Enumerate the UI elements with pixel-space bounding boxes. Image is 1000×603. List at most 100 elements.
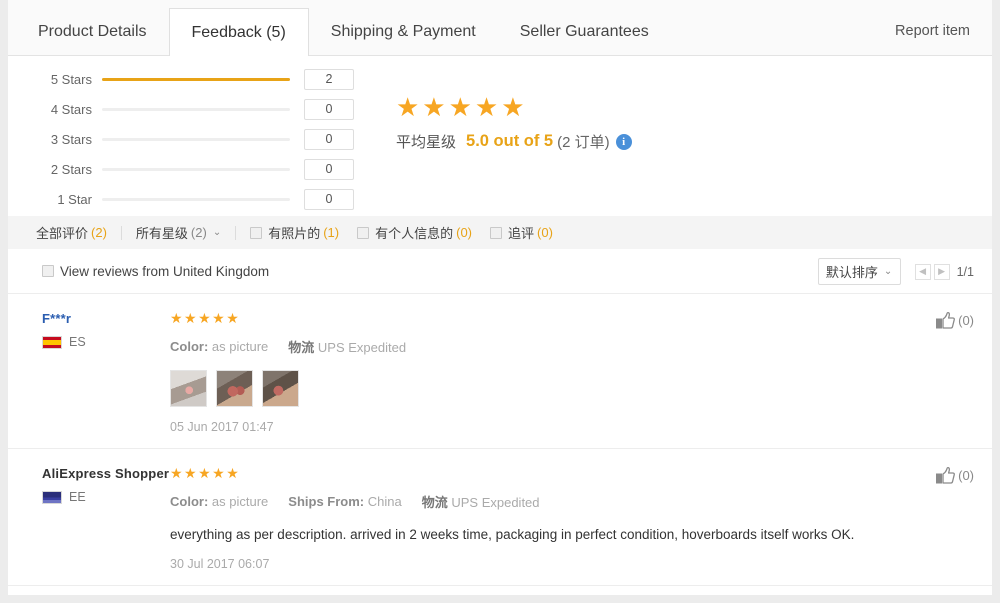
review-attr-color: Color: as picture <box>170 339 268 354</box>
average-score: 5.0 out of 5 <box>466 132 554 150</box>
review-body: ★★★★★ Color: as picture 物流 UPS Expedited <box>170 310 974 434</box>
filter-all-stars-dropdown[interactable]: 所有星级 (2) ⌄ <box>136 223 221 242</box>
chevron-down-icon: ⌄ <box>212 227 222 238</box>
filter-with-photos-count: (1) <box>323 225 340 240</box>
review-attributes: Color: as picture 物流 UPS Expedited <box>170 337 974 356</box>
prev-page-button[interactable]: ◀ <box>914 263 931 280</box>
rating-label-5: 5 Stars <box>50 71 92 87</box>
filter-additional-reviews[interactable]: 追评 (0) <box>490 223 553 242</box>
rating-row-4: 4 Stars 0 <box>42 94 392 124</box>
review-country-code: EE <box>69 490 86 504</box>
rating-summary: 5 Stars 2 4 Stars 0 3 Stars 0 2 Stars 0 … <box>8 56 992 216</box>
rating-label-1: 1 Star <box>57 191 92 207</box>
tab-seller-guarantees[interactable]: Seller Guarantees <box>498 8 671 55</box>
review-attr-logistics: 物流 UPS Expedited <box>422 492 540 511</box>
filter-all-stars-count: (2) <box>190 225 207 240</box>
thumbs-up-icon <box>936 466 956 484</box>
average-orders: (2 订单) <box>557 134 610 151</box>
tab-feedback[interactable]: Feedback (5) <box>168 8 309 56</box>
review-country-code: ES <box>69 335 86 349</box>
review-username[interactable]: AliExpress Shopper <box>42 466 170 481</box>
checkbox-with-photos[interactable] <box>250 226 263 239</box>
review-username[interactable]: F***r <box>42 311 170 326</box>
page-root: Product Details Feedback (5) Shipping & … <box>0 0 1000 603</box>
thumbs-up-icon <box>936 311 956 329</box>
review-stars: ★★★★★ <box>170 465 241 481</box>
rating-row-3: 3 Stars 0 <box>42 124 392 154</box>
filter-all-stars-label: 所有星级 <box>135 226 188 241</box>
helpful-count: (0) <box>958 313 974 328</box>
review-country: ES <box>42 335 170 349</box>
next-page-button[interactable]: ▶ <box>933 263 950 280</box>
review-attr-color-key: Color: <box>170 339 209 354</box>
filter-bar: 全部评价 (2) 所有星级 (2) ⌄ 有照片的 (1) 有个人信息的 (0) <box>8 216 992 249</box>
view-reviews-from-country[interactable]: View reviews from United Kingdom <box>42 264 269 279</box>
review-attr-color-value: as picture <box>211 494 269 509</box>
info-icon[interactable]: i <box>615 133 632 150</box>
rating-track-2 <box>102 167 290 171</box>
average-label: 平均星级 <box>396 134 457 151</box>
tab-shipping-payment[interactable]: Shipping & Payment <box>309 8 498 55</box>
rating-count-5[interactable]: 2 <box>304 68 354 90</box>
review-attr-ships-from-key: Ships From: <box>288 494 365 509</box>
review-photo-3[interactable] <box>262 370 299 407</box>
review-attributes: Color: as picture Ships From: China 物流 U… <box>170 492 974 511</box>
rating-count-1[interactable]: 0 <box>304 188 354 210</box>
review-photo-2[interactable] <box>216 370 253 407</box>
rating-track-3 <box>102 137 290 141</box>
review-text: everything as per description. arrived i… <box>170 527 855 542</box>
review-attr-logistics-value: UPS Expedited <box>317 340 407 355</box>
rating-count-2[interactable]: 0 <box>304 158 354 180</box>
review-attr-logistics: 物流 UPS Expedited <box>288 337 406 356</box>
report-item-link[interactable]: Report item <box>895 8 970 55</box>
helpful-count: (0) <box>958 468 974 483</box>
rating-fill-5 <box>102 77 290 81</box>
rating-count-4[interactable]: 0 <box>304 98 354 120</box>
review-attr-color-value: as picture <box>211 339 269 354</box>
tab-bar: Product Details Feedback (5) Shipping & … <box>8 0 992 56</box>
review-attr-logistics-value: UPS Expedited <box>451 495 540 510</box>
review-photo-list <box>170 370 974 407</box>
filter-with-photos-label: 有照片的 <box>268 226 321 241</box>
rating-row-5: 5 Stars 2 <box>42 64 392 94</box>
review-date: 05 Jun 2017 01:47 <box>170 420 274 434</box>
sort-dropdown-label: 默认排序 <box>825 265 878 280</box>
filter-all-reviews[interactable]: 全部评价 (2) <box>36 223 107 242</box>
review-user-block: F***r ES <box>42 310 170 434</box>
filter-additional-reviews-label: 追评 <box>508 226 535 241</box>
rating-label-4: 4 Stars <box>50 101 92 117</box>
flag-icon-es <box>42 335 62 349</box>
rating-row-2: 2 Stars 0 <box>42 154 392 184</box>
filter-all-reviews-count: (2) <box>91 225 107 240</box>
page-indicator: 1/1 <box>956 264 974 279</box>
sort-row: View reviews from United Kingdom 默认排序 ⌄ … <box>8 249 992 294</box>
view-reviews-label: View reviews from United Kingdom <box>60 263 270 279</box>
pagination: ◀ ▶ 1/1 <box>914 263 974 280</box>
chevron-down-icon: ⌄ <box>883 266 893 277</box>
rating-row-1: 1 Star 0 <box>42 184 392 214</box>
filter-with-personal-info-count: (0) <box>456 225 473 240</box>
filter-divider-2 <box>235 225 237 240</box>
rating-count-3[interactable]: 0 <box>304 128 354 150</box>
sort-dropdown[interactable]: 默认排序 ⌄ <box>817 258 901 285</box>
review-user-block: AliExpress Shopper EE <box>42 465 170 571</box>
review-attr-ships-from: Ships From: China <box>288 494 401 509</box>
filter-with-photos[interactable]: 有照片的 (1) <box>250 223 339 242</box>
helpful-button[interactable]: (0) <box>936 466 974 484</box>
panel-footer-space <box>8 586 992 602</box>
checkbox-view-reviews-country[interactable] <box>42 265 54 277</box>
checkbox-with-personal-info[interactable] <box>357 226 370 239</box>
helpful-button[interactable]: (0) <box>936 311 974 329</box>
review-attr-color-key: Color: <box>170 494 209 509</box>
filter-additional-reviews-count: (0) <box>537 225 553 240</box>
rating-breakdown-list: 5 Stars 2 4 Stars 0 3 Stars 0 2 Stars 0 … <box>42 64 392 214</box>
rating-label-2: 2 Stars <box>50 161 92 177</box>
review-body: ★★★★★ Color: as picture Ships From: Chin… <box>170 465 974 571</box>
tab-product-details[interactable]: Product Details <box>16 8 169 55</box>
review-photo-1[interactable] <box>170 370 207 407</box>
filter-with-personal-info[interactable]: 有个人信息的 (0) <box>357 223 472 242</box>
average-rating-line: 平均星级 5.0 out of 5 (2 订单) i <box>396 131 632 152</box>
sort-controls: 默认排序 ⌄ ◀ ▶ 1/1 <box>817 258 974 285</box>
checkbox-additional-reviews[interactable] <box>490 226 503 239</box>
review-country: EE <box>42 490 170 504</box>
